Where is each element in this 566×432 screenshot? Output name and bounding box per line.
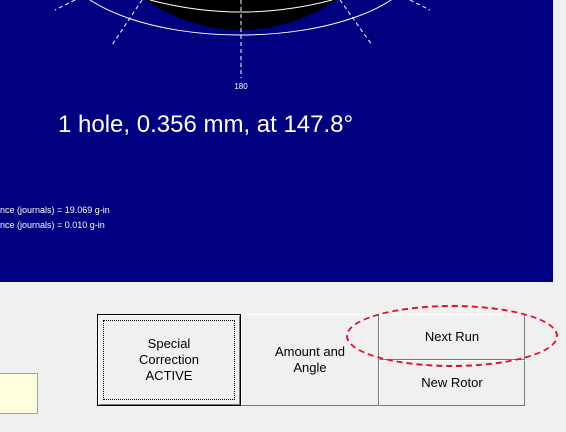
special-correction-button[interactable]: Special Correction ACTIVE (97, 314, 241, 406)
new-rotor-label: New Rotor (421, 375, 483, 390)
imbalance-line-2: nce (journals) = 0.010 g-in (0, 220, 105, 230)
special-correction-label: Special Correction ACTIVE (139, 336, 199, 383)
imbalance-line-1: nce (journals) = 19.069 g-in (0, 205, 110, 215)
next-run-button[interactable]: Next Run (379, 314, 525, 360)
value-input-field[interactable] (0, 373, 38, 414)
polar-plot (54, 0, 431, 78)
next-run-label: Next Run (424, 329, 480, 344)
amount-and-angle-label: Amount and Angle (274, 344, 346, 375)
polar-spoke-left (111, 0, 143, 46)
polar-spoke-far-right (409, 0, 431, 11)
new-rotor-button[interactable]: New Rotor (379, 360, 525, 406)
results-display-panel: 180 1 hole, 0.356 mm, at 147.8° nce (jou… (0, 0, 553, 282)
polar-spoke-far-left (54, 0, 76, 11)
polar-angle-label: 180 (234, 82, 248, 91)
correction-result-text: 1 hole, 0.356 mm, at 147.8° (58, 111, 354, 138)
amount-and-angle-button[interactable]: Amount and Angle (241, 314, 379, 406)
polar-spoke-right (339, 0, 373, 46)
